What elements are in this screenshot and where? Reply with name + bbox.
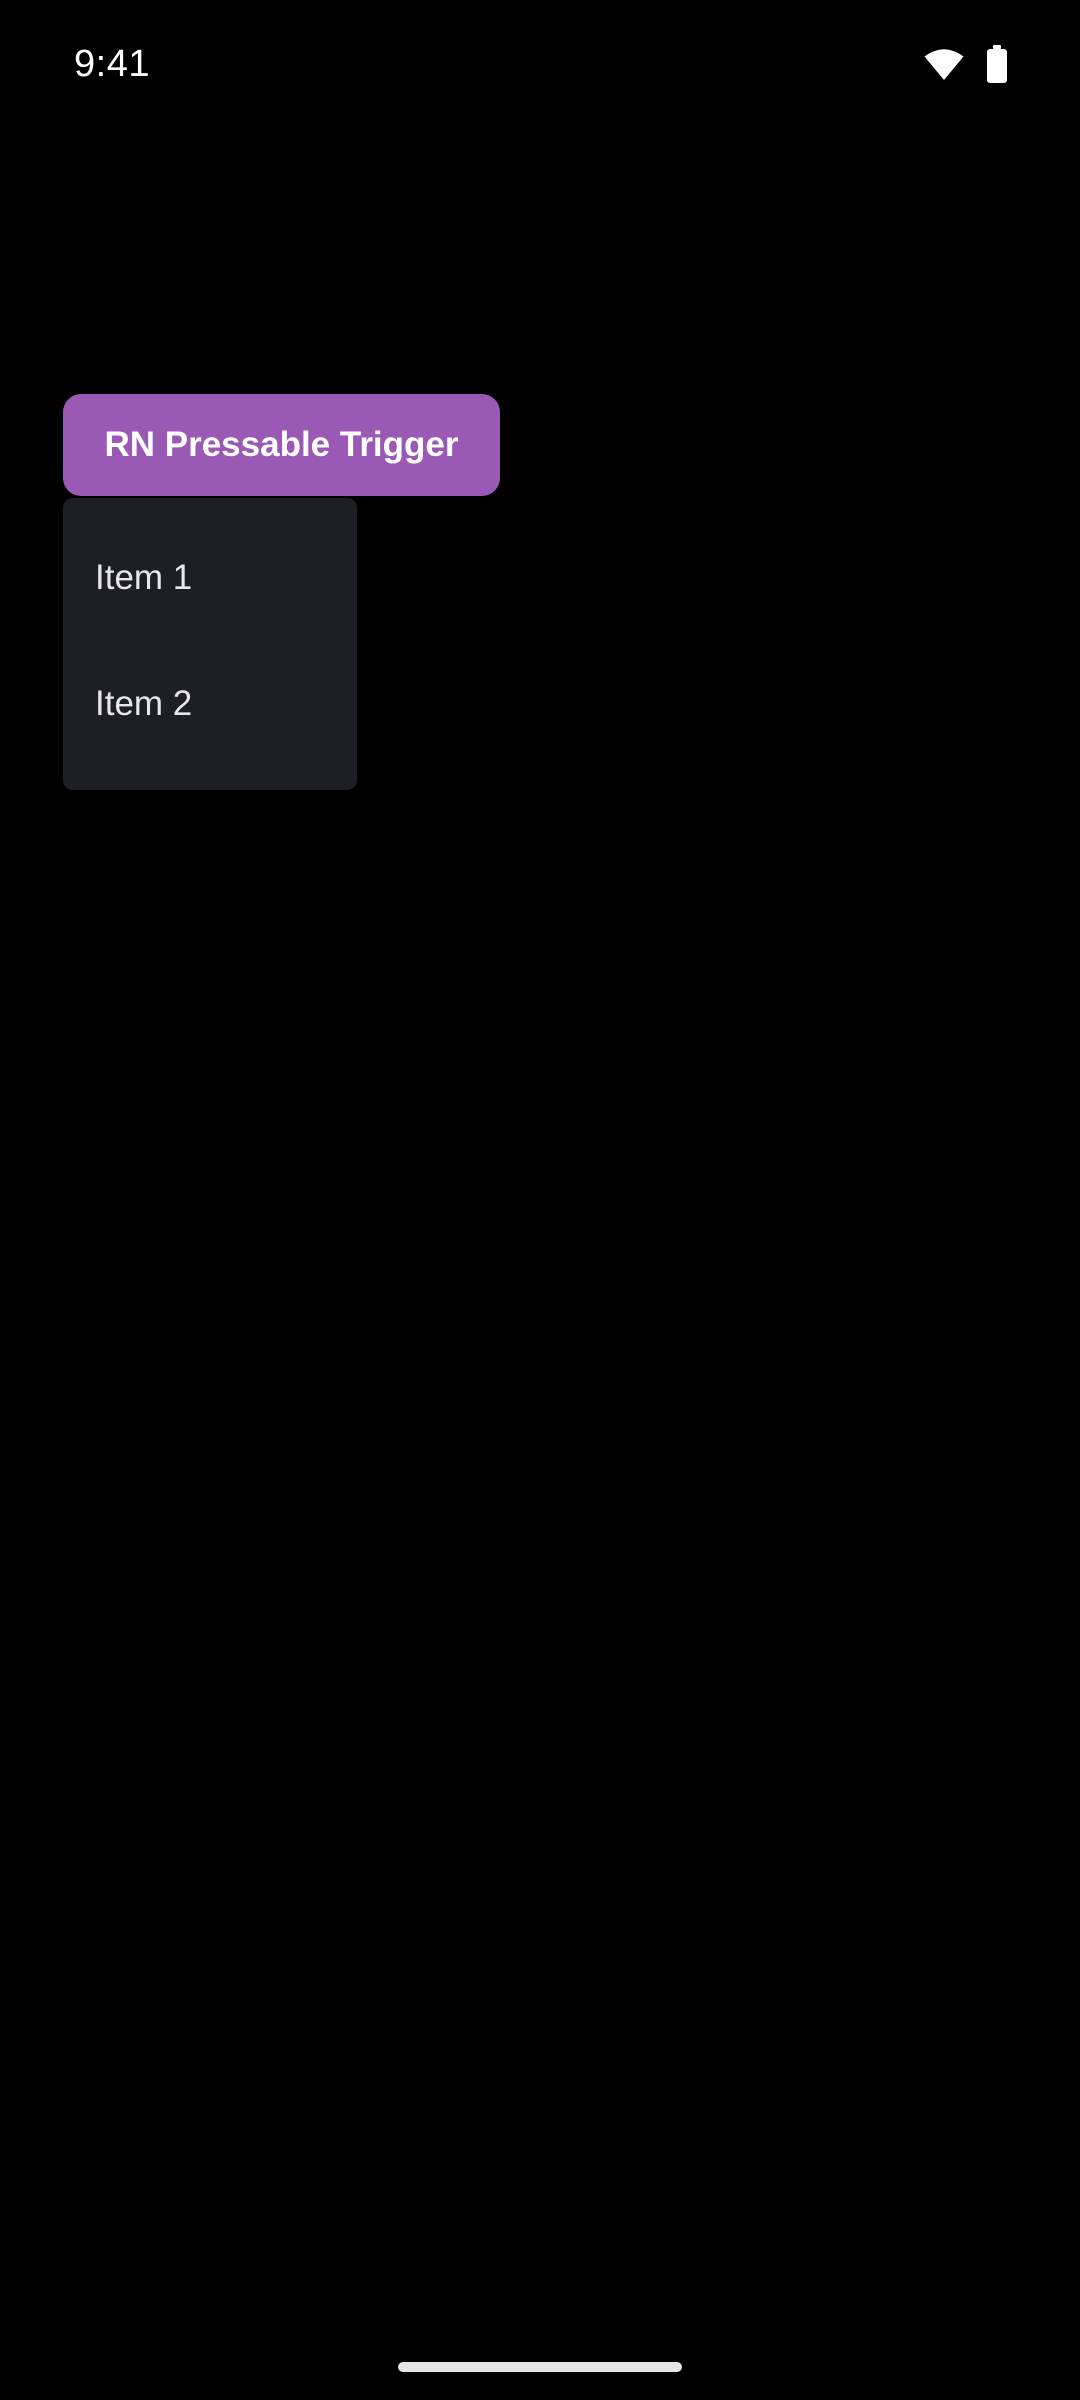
home-indicator[interactable]: [398, 2362, 682, 2372]
wifi-icon: [924, 47, 964, 81]
status-time: 9:41: [74, 43, 150, 85]
menu-item-2[interactable]: Item 2: [63, 641, 357, 767]
battery-icon: [986, 45, 1008, 83]
menu-item-1[interactable]: Item 1: [63, 515, 357, 641]
pressable-trigger-button[interactable]: RN Pressable Trigger: [63, 394, 500, 496]
dropdown-menu: Item 1 Item 2: [63, 498, 357, 790]
status-icons: [924, 44, 1008, 84]
status-bar: 9:41: [0, 0, 1080, 130]
